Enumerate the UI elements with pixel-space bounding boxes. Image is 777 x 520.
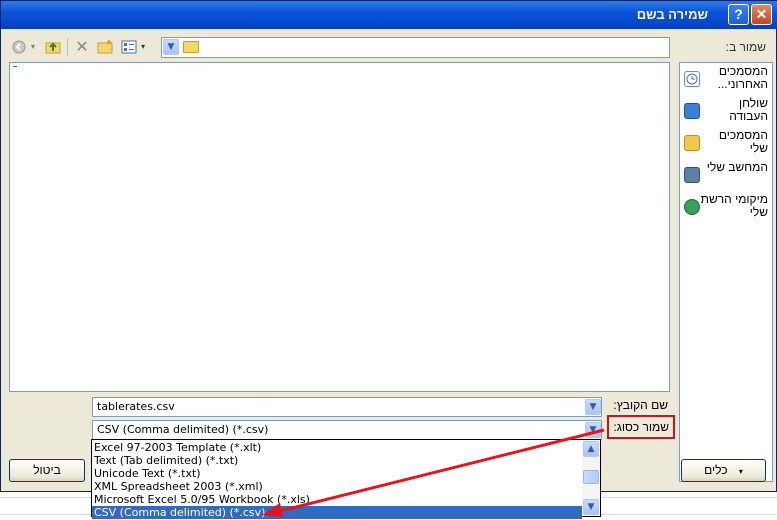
filename-label: שם הקובץ: xyxy=(613,398,668,412)
dropdown-option[interactable]: Unicode Text (*.txt) xyxy=(92,467,582,480)
tools-button[interactable]: כלים ▾ xyxy=(681,459,766,482)
chevron-down-icon[interactable]: ▼ xyxy=(163,39,179,55)
delete-icon[interactable]: ✕ xyxy=(74,39,90,55)
views-dropdown-icon[interactable]: ▾ xyxy=(141,42,145,51)
save-type-dropdown-list[interactable]: Excel 97-2003 Template (*.xlt) Text (Tab… xyxy=(91,439,601,519)
place-label: המסמכים האחרוני... xyxy=(717,64,768,91)
place-my-documents[interactable]: המסמכים שלי xyxy=(682,129,772,159)
dropdown-option[interactable]: XML Spreadsheet 2003 (*.xml) xyxy=(92,480,582,493)
focus-marker xyxy=(13,66,17,67)
save-type-value: CSV (Comma delimited) (*.csv) xyxy=(97,423,269,436)
network-places-icon xyxy=(684,199,700,215)
new-folder-icon[interactable] xyxy=(97,39,113,55)
save-type-label: שמור כסוג: xyxy=(607,415,675,439)
save-as-dialog: שמירה בשם ? ✕ ▾ ✕ ▾ ▼ שמור ב: המסמכים הא… xyxy=(0,0,777,492)
dropdown-option[interactable]: Text (Tab delimited) (*.txt) xyxy=(92,454,582,467)
save-type-select[interactable]: CSV (Comma delimited) (*.csv) xyxy=(92,420,602,440)
filename-input[interactable]: tablerates.csv xyxy=(92,397,602,417)
dropdown-option[interactable]: Excel 97-2003 Template (*.xlt) xyxy=(92,441,582,454)
help-button[interactable]: ? xyxy=(728,4,749,25)
my-computer-icon xyxy=(684,167,700,183)
save-in-combo[interactable]: ▼ xyxy=(161,37,670,58)
place-my-computer[interactable]: המחשב שלי xyxy=(682,161,772,191)
dropdown-option-selected[interactable]: CSV (Comma delimited) (*.csv) xyxy=(92,506,582,519)
places-bar: המסמכים האחרוני... שולחן העבודה המסמכים … xyxy=(679,62,773,482)
filename-dropdown-icon[interactable]: ▼ xyxy=(585,399,601,415)
folder-icon xyxy=(183,41,199,53)
place-label: שולחן העבודה xyxy=(729,96,768,123)
save-in-label: שמור ב: xyxy=(725,40,766,54)
close-button[interactable]: ✕ xyxy=(751,4,772,25)
place-desktop[interactable]: שולחן העבודה xyxy=(682,97,772,127)
cancel-button[interactable]: ביטול xyxy=(9,459,85,482)
up-folder-icon[interactable] xyxy=(45,39,61,55)
place-recent[interactable]: המסמכים האחרוני... xyxy=(682,65,772,95)
my-documents-icon xyxy=(684,135,700,151)
back-dropdown-icon[interactable]: ▾ xyxy=(31,42,35,51)
place-network[interactable]: מיקומי הרשת שלי xyxy=(682,193,772,223)
desktop-icon xyxy=(684,103,700,119)
scroll-thumb[interactable] xyxy=(583,470,599,484)
title-bar[interactable]: שמירה בשם ? ✕ xyxy=(1,1,777,29)
dropdown-option[interactable]: Microsoft Excel 5.0/95 Workbook (*.xls) xyxy=(92,493,582,506)
scroll-down-icon[interactable]: ▼ xyxy=(583,499,599,515)
scroll-up-icon[interactable]: ▲ xyxy=(583,441,599,457)
save-type-dropdown-icon[interactable]: ▼ xyxy=(585,422,601,438)
back-icon[interactable] xyxy=(11,39,27,55)
file-list[interactable] xyxy=(9,62,670,392)
tools-label: כלים xyxy=(704,463,728,477)
dropdown-scrollbar[interactable]: ▲ ▼ xyxy=(582,440,600,516)
tools-dropdown-icon: ▾ xyxy=(738,467,743,476)
place-label: מיקומי הרשת שלי xyxy=(700,192,768,219)
dialog-title: שמירה בשם xyxy=(636,7,708,22)
views-icon[interactable] xyxy=(121,39,137,55)
filename-value: tablerates.csv xyxy=(97,400,175,413)
place-label: המחשב שלי xyxy=(706,160,768,174)
recent-documents-icon xyxy=(684,71,700,87)
toolbar-separator xyxy=(67,38,68,56)
place-label: המסמכים שלי xyxy=(718,128,768,155)
